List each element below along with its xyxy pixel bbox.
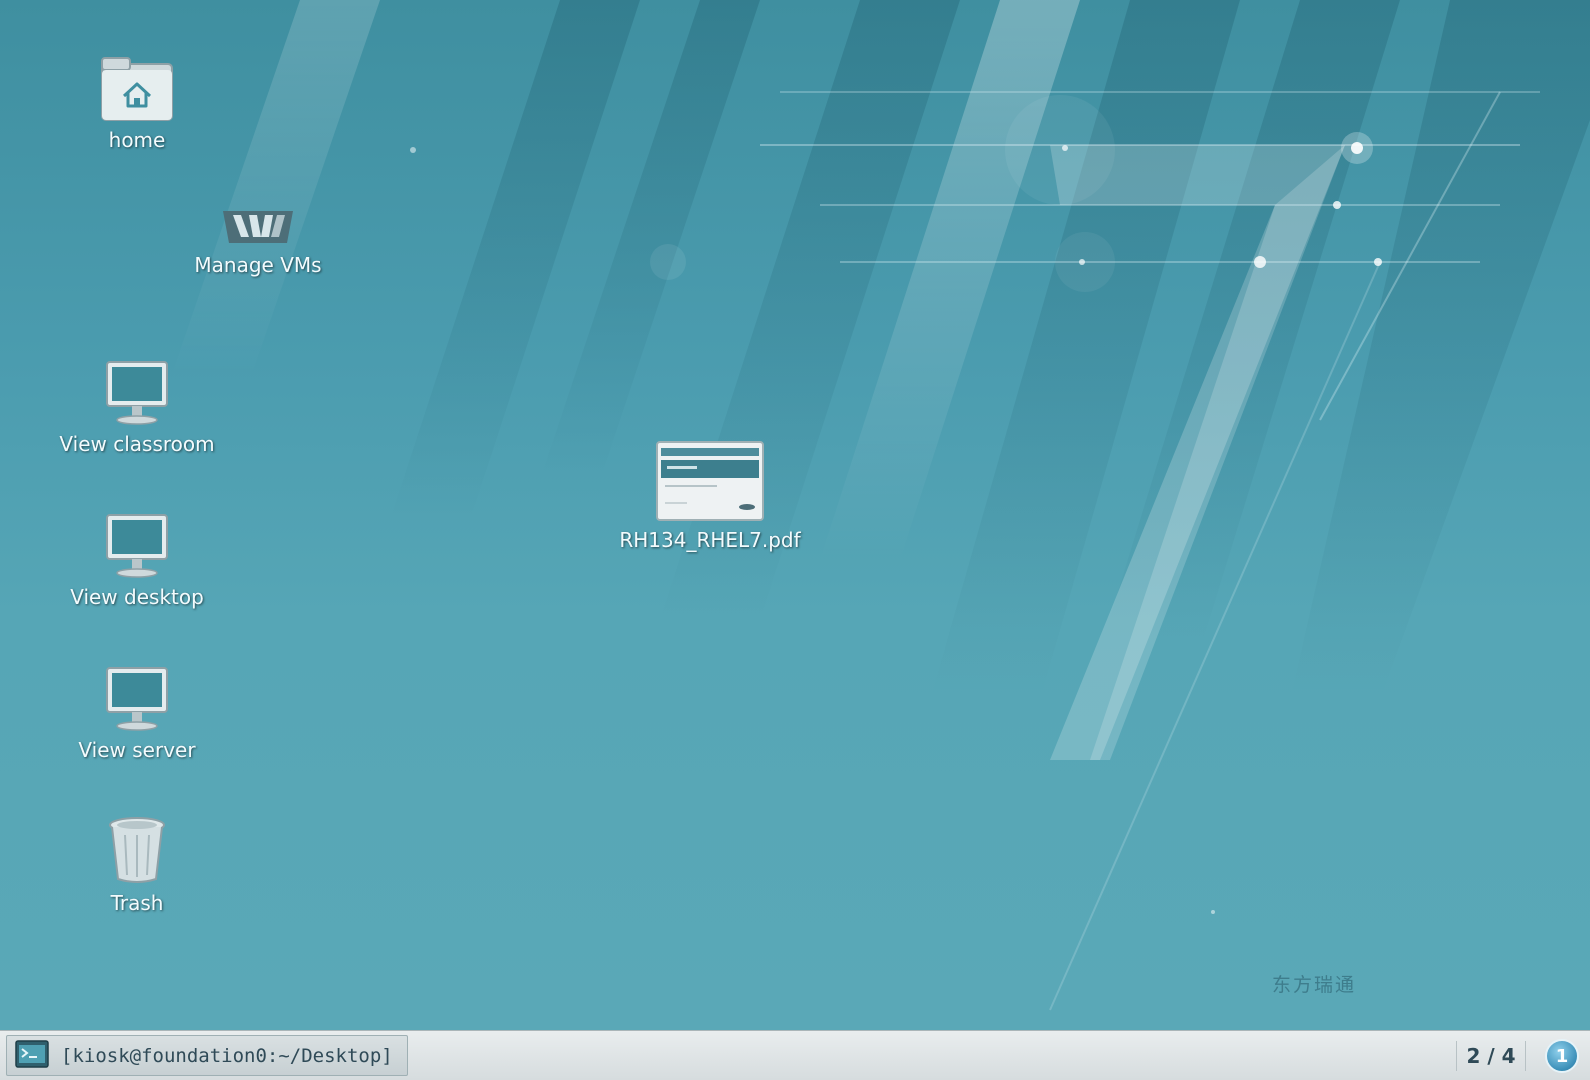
- desktop-icon-label: Manage VMs: [194, 253, 322, 277]
- pdf-document-icon: [655, 440, 765, 522]
- monitor-icon: [105, 344, 169, 426]
- desktop-icon-trash[interactable]: Trash: [27, 803, 247, 915]
- bottom-panel: [kiosk@foundation0:~/Desktop] 2 / 4 1: [0, 1030, 1590, 1080]
- desktop-icon-home[interactable]: home: [27, 40, 247, 152]
- desktop-icon-view-desktop[interactable]: View desktop: [27, 497, 247, 609]
- monitor-icon: [105, 650, 169, 732]
- notification-badge[interactable]: 1: [1545, 1039, 1579, 1073]
- terminal-icon: [15, 1039, 49, 1072]
- taskbar-window-button[interactable]: [kiosk@foundation0:~/Desktop]: [6, 1035, 408, 1076]
- desktop-icon-label: RH134_RHEL7.pdf: [619, 528, 801, 552]
- desktop-icon-manage-vms[interactable]: Manage VMs: [148, 165, 368, 277]
- desktop-icon-label: home: [108, 128, 166, 152]
- desktop-icon-view-classroom[interactable]: View classroom: [27, 344, 247, 456]
- home-folder-icon: [100, 40, 174, 122]
- desktop-icon-view-server[interactable]: View server: [27, 650, 247, 762]
- workspace-switcher[interactable]: 2 / 4: [1456, 1041, 1526, 1071]
- desktop-icon-label: View desktop: [70, 585, 204, 609]
- taskbar-window-title: [kiosk@foundation0:~/Desktop]: [61, 1044, 393, 1067]
- trash-icon: [107, 803, 167, 885]
- desktop-icon-pdf-file[interactable]: RH134_RHEL7.pdf: [600, 440, 820, 552]
- desktop-icon-label: Trash: [110, 891, 164, 915]
- watermark-text: 东方瑞通: [1272, 974, 1357, 996]
- desktop-icon-label: View server: [78, 738, 196, 762]
- monitor-icon: [105, 497, 169, 579]
- notification-count: 1: [1555, 1045, 1569, 1067]
- desktop-icon-label: View classroom: [59, 432, 215, 456]
- desktop[interactable]: home Manage VMs View classroom View desk…: [0, 0, 1590, 1030]
- virt-manager-icon: [219, 165, 297, 247]
